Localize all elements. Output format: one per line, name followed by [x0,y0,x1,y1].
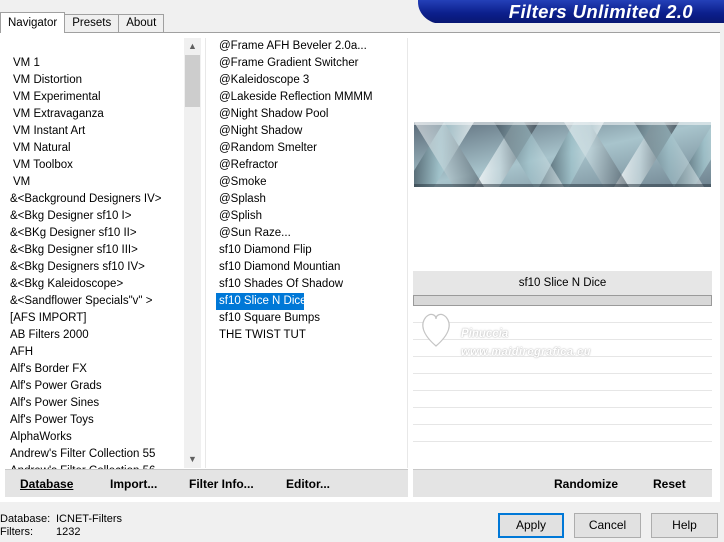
scroll-up-arrow-icon[interactable]: ▲ [184,38,201,55]
left-toolbar: Database Import... Filter Info... Editor… [5,469,408,497]
category-item[interactable]: AFH [8,344,184,361]
preview-pattern [414,122,711,187]
filter-info-button-label: Filter Info... [189,477,254,491]
cancel-button[interactable]: Cancel [574,513,641,538]
filter-item[interactable]: @Kaleidoscope 3 [216,72,396,89]
database-value: ICNET-Filters [56,513,122,525]
filter-item[interactable]: @Smoke [216,174,396,191]
randomize-button[interactable]: Randomize [554,477,618,491]
database-button-label: Database [20,477,74,491]
category-item[interactable]: Alf's Border FX [8,361,184,378]
category-item[interactable]: VM Toolbox [8,157,184,174]
tab-about[interactable]: About [118,14,165,33]
category-item[interactable]: [AFS IMPORT] [8,310,184,327]
filter-item[interactable]: @Splash [216,191,396,208]
filters-count-label: Filters: [0,526,33,538]
import-button[interactable]: Import... [110,477,157,491]
category-item[interactable]: Alf's Power Grads [8,378,184,395]
editor-button[interactable]: Editor... [286,477,330,491]
reset-button[interactable]: Reset [653,477,686,491]
status-info: Database: ICNET-Filters Filters: 1232 [0,513,122,539]
filter-item[interactable]: @Frame AFH Beveler 2.0a... [216,38,396,55]
category-item[interactable]: &<Bkg Designer sf10 III> [8,242,184,259]
database-label: Database: [0,513,51,525]
tab-presets[interactable]: Presets [64,14,120,33]
filter-item[interactable]: @Refractor [216,157,396,174]
category-item[interactable]: Alf's Power Toys [8,412,184,429]
category-item[interactable]: VM Extravaganza [8,106,184,123]
category-item[interactable]: AB Filters 2000 [8,327,184,344]
filter-item[interactable]: sf10 Diamond Mountian [216,259,396,276]
filter-item[interactable]: THE TWIST TUT [216,327,396,344]
filter-preview-image [414,122,711,187]
right-toolbar: Randomize Reset [413,469,712,497]
category-item[interactable]: VM Instant Art [8,123,184,140]
category-item[interactable]: VM Experimental [8,89,184,106]
tab-strip: Navigator Presets About [0,12,165,33]
filter-item[interactable]: @Sun Raze... [216,225,396,242]
category-item[interactable]: &<BKg Designer sf10 II> [8,225,184,242]
banner-gap [418,23,724,27]
category-scrollbar[interactable]: ▲ ▼ [184,38,201,468]
list-divider [205,38,206,468]
randomize-button-label: Randomize [554,477,619,491]
filter-item[interactable]: sf10 Square Bumps [216,310,396,327]
help-button[interactable]: Help [651,513,718,538]
filter-item-selected[interactable]: sf10 Slice N Dice [216,293,304,310]
category-item[interactable]: &<Sandflower Specials"v" > [8,293,184,310]
import-button-label: Import... [110,477,158,491]
category-item[interactable]: &<Background Designers IV> [8,191,184,208]
category-item[interactable]: VM Natural [8,140,184,157]
parameter-row [413,425,712,442]
filter-item[interactable]: sf10 Diamond Flip [216,242,396,259]
category-item[interactable]: Andrew's Filter Collection 55 [8,446,184,463]
parameter-row [413,391,712,408]
scroll-down-arrow-icon[interactable]: ▼ [184,451,201,468]
tab-navigator[interactable]: Navigator [0,12,66,33]
filter-info-button[interactable]: Filter Info... [189,477,254,491]
parameter-row [413,374,712,391]
watermark-name: Pinuccia [461,328,509,340]
parameter-field[interactable] [413,295,712,306]
category-item[interactable]: &<Bkg Designer sf10 I> [8,208,184,225]
reset-button-label: Reset [653,477,686,491]
app-banner-title: Filters Unlimited 2.0 [418,0,724,24]
category-item[interactable]: &<Bkg Designers sf10 IV> [8,259,184,276]
filter-item[interactable]: @Splish [216,208,396,225]
category-item[interactable]: VM Distortion [8,72,184,89]
filter-item[interactable]: @Night Shadow Pool [216,106,396,123]
parameter-row [413,408,712,425]
apply-button[interactable]: Apply [498,513,564,538]
filter-item[interactable]: @Lakeside Reflection MMMM [216,89,396,106]
category-item[interactable]: AlphaWorks [8,429,184,446]
list-divider [407,38,408,468]
filter-item[interactable]: @Frame Gradient Switcher [216,55,396,72]
category-item[interactable]: VM 1 [8,55,184,72]
editor-button-label: Editor... [286,477,331,491]
category-item[interactable]: Alf's Power Sines [8,395,184,412]
database-button[interactable]: Database [20,477,73,491]
selected-filter-name: sf10 Slice N Dice [413,271,712,295]
category-item[interactable]: VM [8,174,184,191]
filter-item[interactable]: @Night Shadow [216,123,396,140]
filter-item[interactable]: sf10 Shades Of Shadow [216,276,396,293]
watermark: Pinuccia www.maidiregrafica.eu [415,306,635,366]
scroll-thumb[interactable] [185,55,200,107]
watermark-url: www.maidiregrafica.eu [461,346,591,358]
watermark-heart-icon [422,313,450,347]
filter-list[interactable]: @Frame AFH Beveler 2.0a... @Frame Gradien… [216,38,396,344]
filters-count-value: 1232 [56,526,81,538]
category-item[interactable]: &<Bkg Kaleidoscope> [8,276,184,293]
category-list[interactable]: VM 1 VM Distortion VM Experimental VM Extra… [8,55,184,472]
filter-item[interactable]: @Random Smelter [216,140,396,157]
